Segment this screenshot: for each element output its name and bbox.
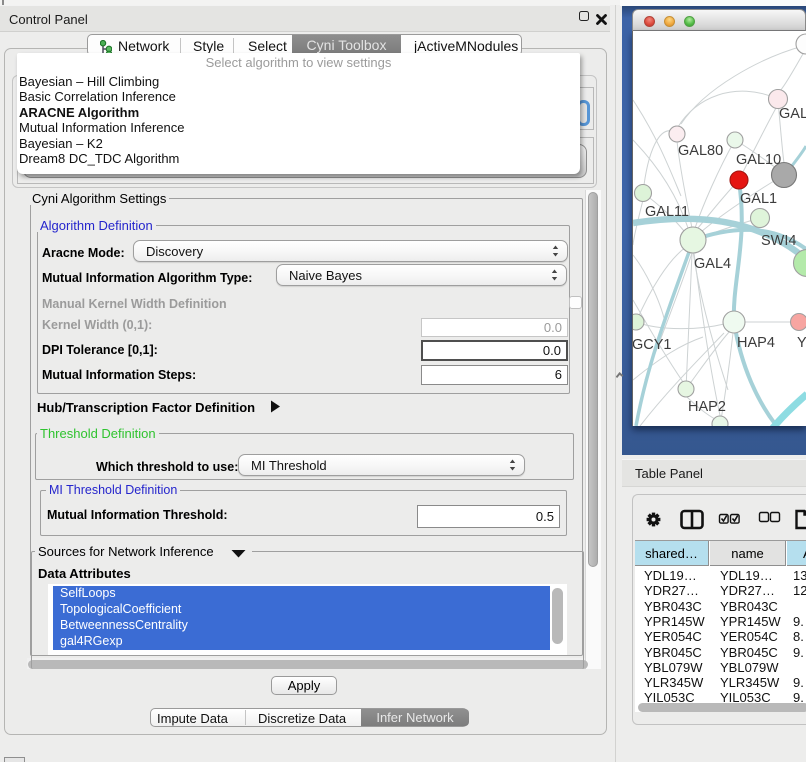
svg-text:GAL11: GAL11 — [645, 204, 689, 220]
svg-text:GCY1: GCY1 — [633, 337, 672, 353]
svg-text:GAL4: GAL4 — [694, 256, 731, 272]
svg-text:HAP4: HAP4 — [737, 335, 775, 351]
svg-text:SWI4: SWI4 — [761, 233, 796, 249]
svg-text:GAL10: GAL10 — [736, 152, 781, 168]
svg-text:GAL80: GAL80 — [678, 143, 723, 159]
svg-text:HAP2: HAP2 — [688, 399, 726, 415]
svg-text:GAL1: GAL1 — [740, 191, 777, 207]
svg-text:Y: Y — [797, 335, 806, 351]
svg-text:GAL: GAL — [779, 106, 806, 122]
